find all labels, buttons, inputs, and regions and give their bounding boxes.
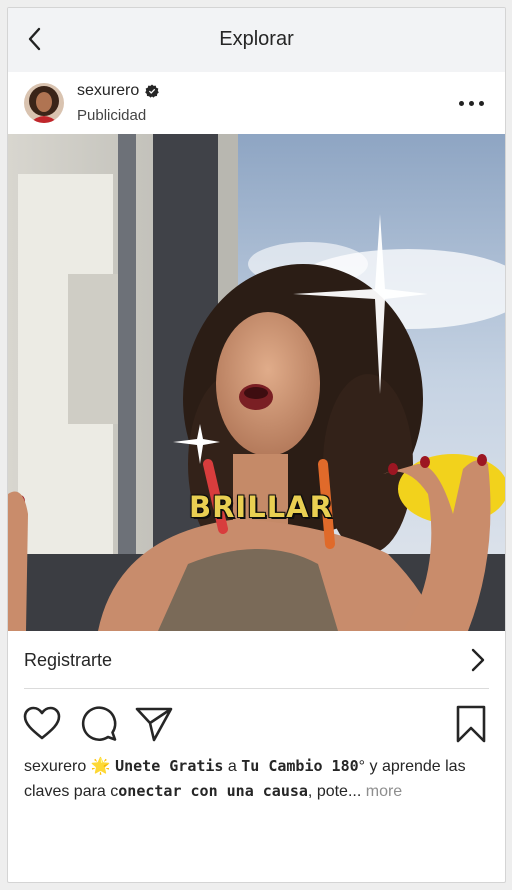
comment-icon[interactable] [79,704,119,744]
username-row: sexurero [77,82,160,100]
chevron-right-icon [471,648,485,672]
bookmark-icon[interactable] [451,704,491,744]
caption-bold-text: onectar con una causa [118,782,308,800]
caption-text: a [223,758,242,775]
username[interactable]: sexurero [77,82,139,100]
ellipsis-icon [469,100,474,106]
ellipsis-icon [459,100,464,106]
post-media[interactable]: BRILLAR [8,134,505,631]
avatar[interactable] [24,83,64,123]
action-bar [8,698,505,748]
caption-bold-text: Tu Cambio 180 [241,757,359,775]
post-photo [8,134,505,631]
send-icon[interactable] [134,704,174,744]
page-title: Explorar [219,28,294,50]
top-bar: Explorar [8,8,505,72]
caption-text: , pote... [307,783,362,800]
cta-bar[interactable]: Registrarte [24,631,489,689]
caption-emoji: 🌟 [90,758,111,775]
post-options-button[interactable] [459,97,485,109]
verified-badge-icon [145,84,160,98]
caption-more-link[interactable]: more [366,783,402,800]
cta-label: Registrarte [24,650,113,670]
ellipsis-icon [479,100,484,106]
caption-bold-text: Unete Gratis [115,757,224,775]
caption-username[interactable]: sexurero [24,758,86,775]
instagram-post-frame: Explorar sexurero Publicidad BRILLAR Reg… [7,7,506,883]
post-header: sexurero Publicidad [8,72,505,134]
sponsored-label: Publicidad [77,107,147,124]
media-overlay-text: BRILLAR [189,490,333,524]
heart-icon[interactable] [22,704,62,744]
post-caption: sexurero 🌟 Unete Gratis a Tu Cambio 180°… [24,754,489,804]
